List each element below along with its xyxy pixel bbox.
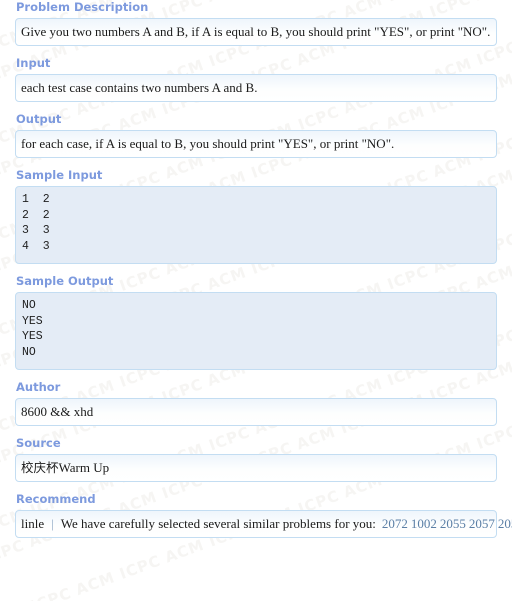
section-recommend: Recommend linle | We have carefully sele… [15, 492, 512, 538]
section-source: Source 校庆杯Warm Up [15, 436, 497, 482]
output-heading: Output [16, 112, 62, 126]
section-input: Input each test case contains two number… [15, 56, 497, 102]
recommend-problem-link[interactable]: 2072 [382, 516, 411, 531]
source-cjk-text: 校庆杯 [21, 460, 59, 475]
recommend-body: linle | We have carefully selected sever… [15, 510, 512, 538]
author-body: 8600 && xhd [15, 398, 497, 426]
recommend-author: linle [21, 516, 45, 531]
recommend-problem-link[interactable]: 2055 [440, 516, 469, 531]
problem-detail-page: Problem Description Give you two numbers… [0, 0, 512, 538]
output-body: for each case, if A is equal to B, you s… [15, 130, 497, 158]
section-output: Output for each case, if A is equal to B… [15, 112, 497, 158]
sample-output-body: NO YES YES NO [15, 292, 497, 370]
input-body: each test case contains two numbers A an… [15, 74, 497, 102]
section-sample-output: Sample Output NO YES YES NO [15, 274, 497, 370]
problem-description-heading: Problem Description [16, 0, 149, 14]
recommend-problem-id-list: 20721002205520572056 [376, 515, 512, 532]
section-problem-description: Problem Description Give you two numbers… [15, 0, 497, 46]
sample-input-body: 1 2 2 2 3 3 4 3 [15, 186, 497, 264]
sample-input-heading: Sample Input [16, 168, 103, 182]
recommend-line: linle | We have carefully selected sever… [21, 515, 512, 532]
recommend-problem-link[interactable]: 1002 [411, 516, 440, 531]
source-heading: Source [16, 436, 61, 450]
source-latin-text: Warm Up [58, 460, 110, 475]
section-author: Author 8600 && xhd [15, 380, 497, 426]
recommend-heading: Recommend [16, 492, 96, 506]
section-sample-input: Sample Input 1 2 2 2 3 3 4 3 [15, 168, 497, 264]
recommend-text: We have carefully selected several simil… [60, 516, 376, 531]
source-body: 校庆杯Warm Up [15, 454, 497, 482]
author-heading: Author [16, 380, 61, 394]
recommend-problem-link[interactable]: 2056 [498, 516, 512, 531]
recommend-separator: | [51, 516, 54, 531]
recommend-problem-link[interactable]: 2057 [469, 516, 498, 531]
input-heading: Input [16, 56, 51, 70]
problem-description-body: Give you two numbers A and B, if A is eq… [15, 18, 497, 46]
sample-output-heading: Sample Output [16, 274, 114, 288]
